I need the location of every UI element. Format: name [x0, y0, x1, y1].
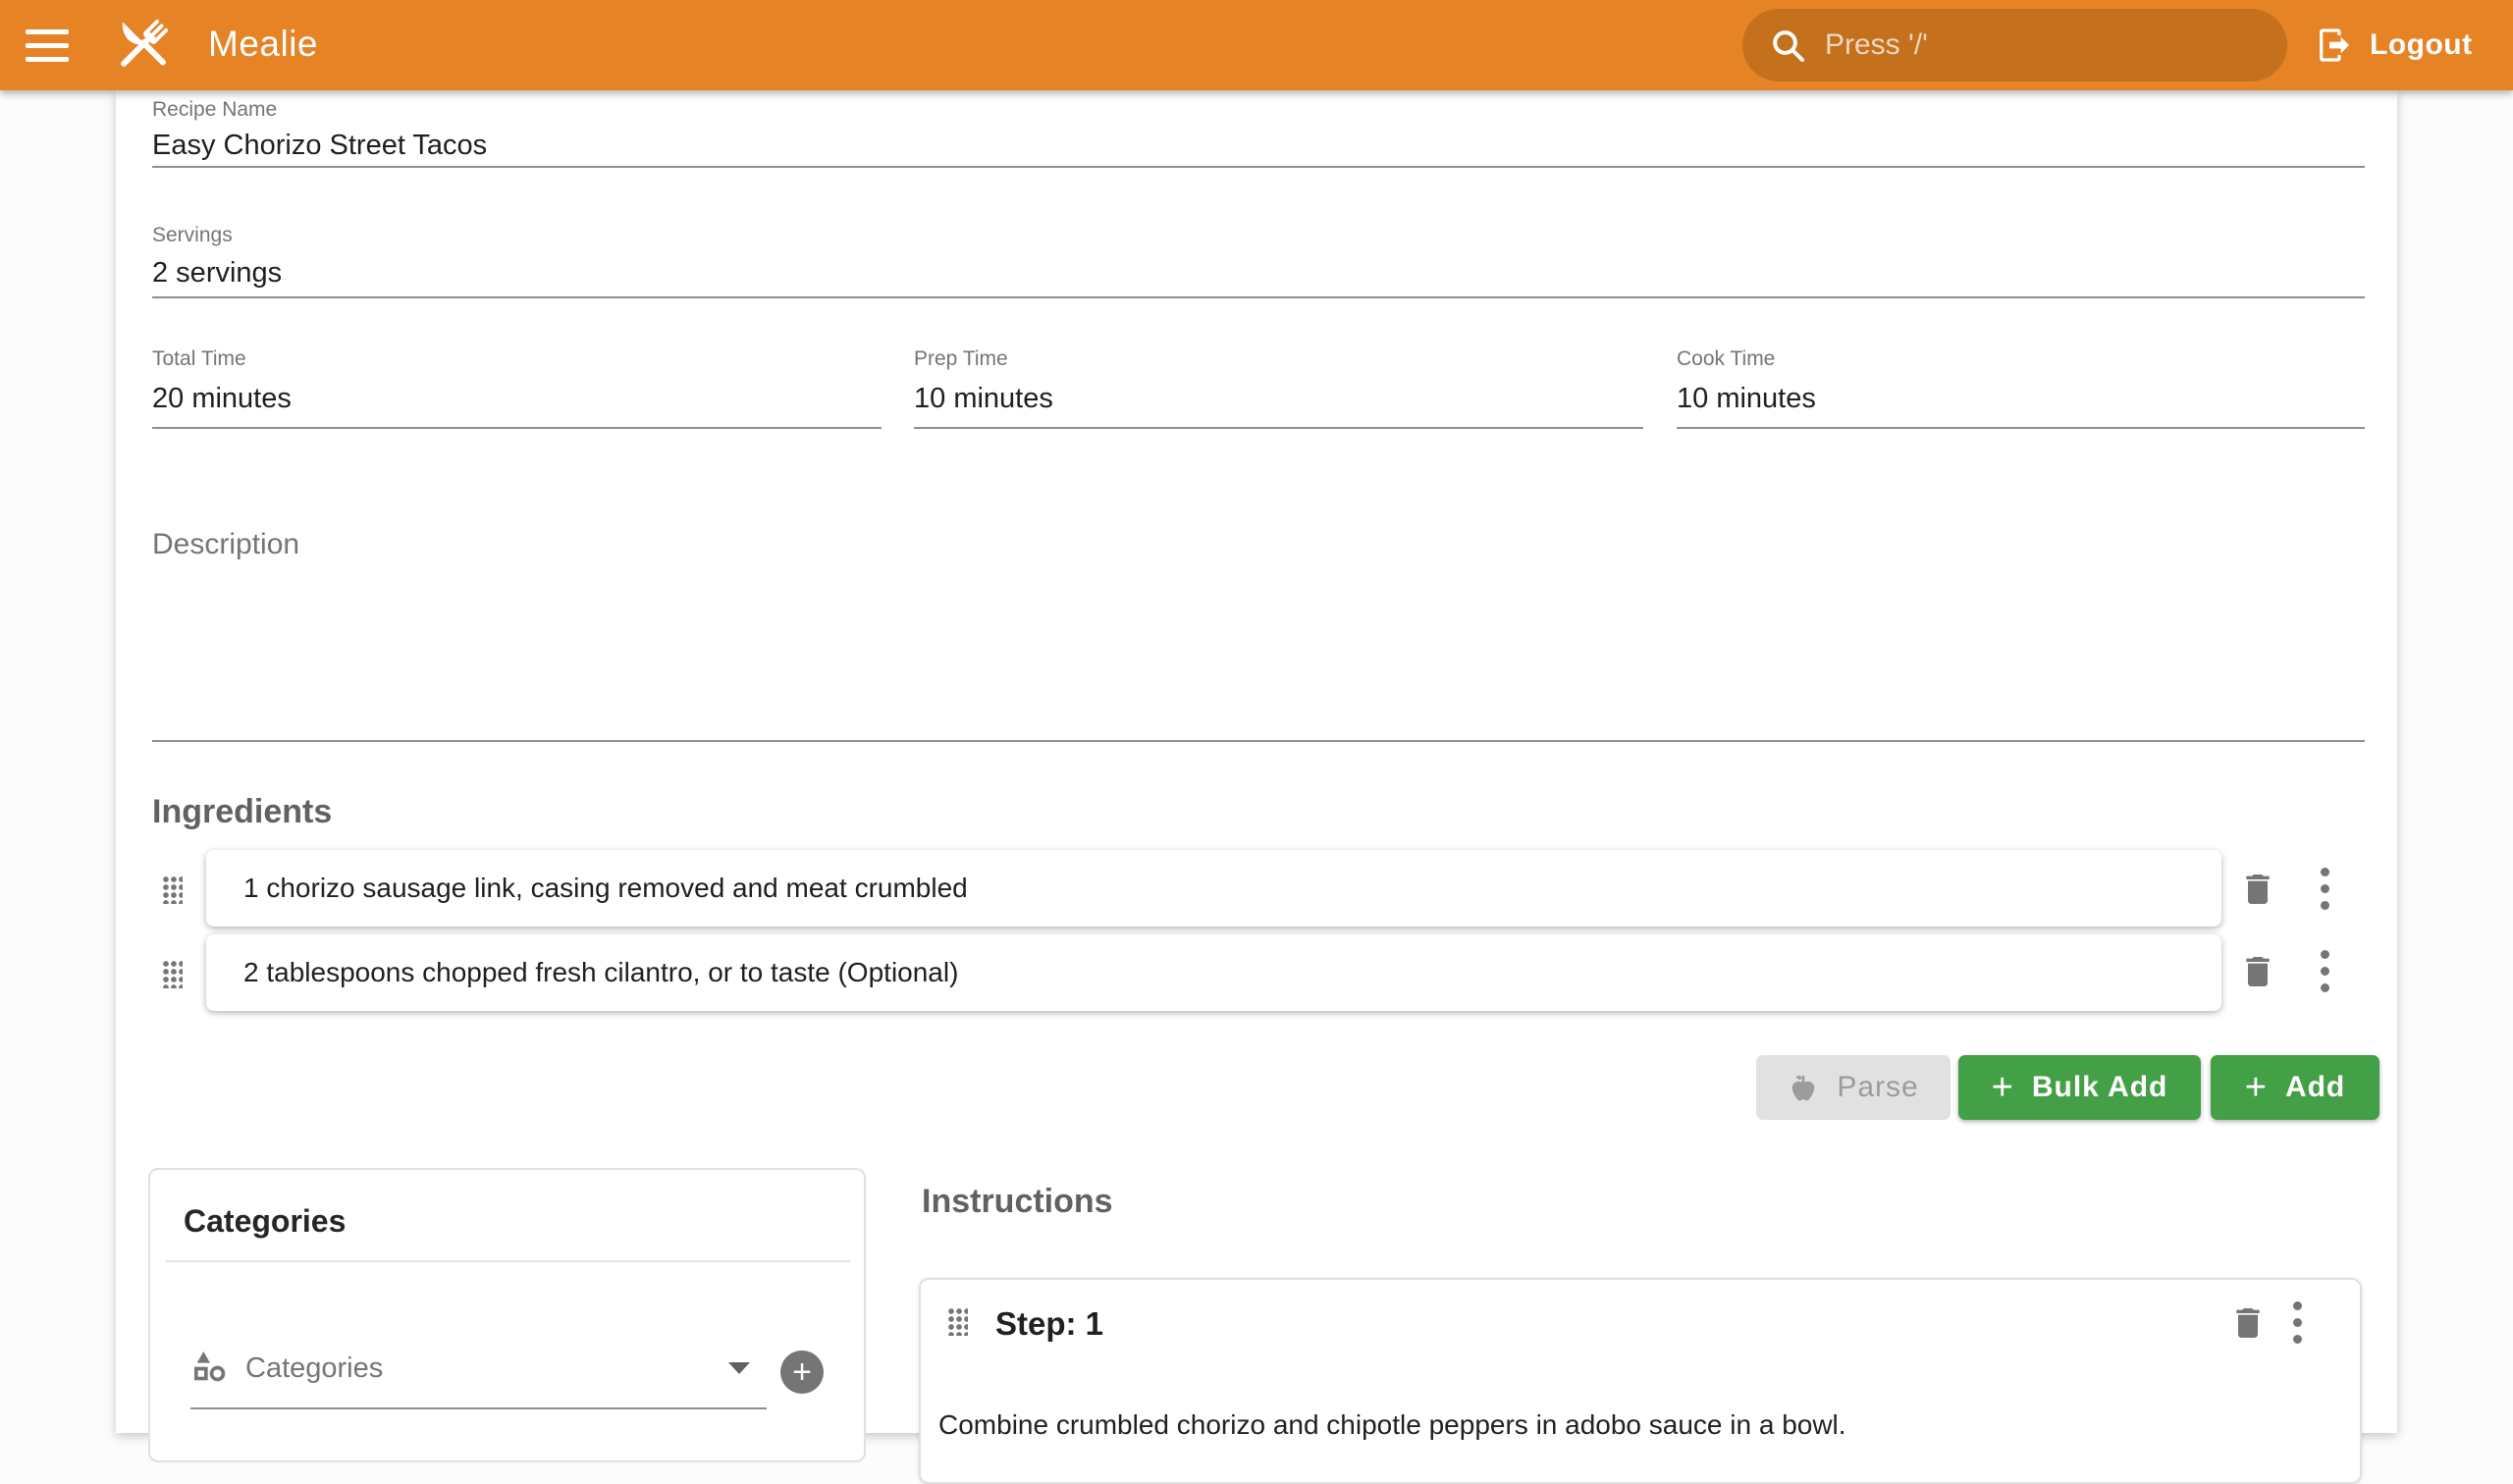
parse-label: Parse: [1837, 1071, 1918, 1104]
prep-time-label: Prep Time: [914, 347, 1008, 371]
prep-time-underline: [914, 427, 1643, 429]
recipe-name-label: Recipe Name: [152, 98, 277, 122]
ingredient-input[interactable]: 2 tablespoons chopped fresh cilantro, or…: [206, 934, 2221, 1011]
servings-label: Servings: [152, 224, 233, 247]
instructions-heading: Instructions: [922, 1183, 1113, 1221]
total-time-label: Total Time: [152, 347, 246, 371]
recipe-name-underline: [152, 166, 2365, 168]
ingredient-delete-button[interactable]: [2236, 868, 2279, 911]
logout-button[interactable]: Logout: [2315, 20, 2473, 71]
shapes-icon: [190, 1347, 230, 1386]
add-label: Add: [2285, 1071, 2345, 1104]
add-button[interactable]: + Add: [2211, 1055, 2379, 1120]
step-menu-button[interactable]: [2293, 1301, 2302, 1344]
plus-icon: +: [1992, 1069, 2014, 1106]
bulk-add-button[interactable]: + Bulk Add: [1958, 1055, 2201, 1120]
step-title: Step: 1: [995, 1305, 1103, 1343]
step-drag-handle[interactable]: [946, 1306, 968, 1336]
trash-icon: [2238, 952, 2277, 991]
categories-select[interactable]: Categories: [245, 1352, 383, 1385]
add-category-button[interactable]: +: [780, 1351, 824, 1394]
ingredient-menu-button[interactable]: [2321, 868, 2329, 910]
ingredient-drag-handle[interactable]: [161, 874, 183, 904]
app-title: Mealie: [208, 24, 318, 65]
chevron-down-icon[interactable]: [728, 1362, 750, 1374]
step-card: [919, 1278, 2362, 1484]
app-bar: Mealie Press '/' Logout: [0, 0, 2513, 90]
logout-icon: [2315, 26, 2354, 65]
logout-label: Logout: [2370, 28, 2473, 62]
apple-icon: [1788, 1072, 1819, 1103]
search-input[interactable]: Press '/': [1742, 9, 2287, 81]
ingredients-heading: Ingredients: [152, 793, 332, 831]
trash-icon: [2238, 870, 2277, 909]
ingredient-text: 2 tablespoons chopped fresh cilantro, or…: [243, 957, 958, 988]
cook-time-field[interactable]: 10 minutes: [1677, 383, 1816, 415]
ingredient-drag-handle[interactable]: [161, 959, 183, 988]
prep-time-field[interactable]: 10 minutes: [914, 383, 1053, 415]
description-field[interactable]: Description: [152, 528, 299, 561]
categories-divider: [166, 1260, 850, 1262]
categories-title: Categories: [184, 1203, 346, 1240]
ingredient-delete-button[interactable]: [2236, 950, 2279, 993]
description-underline: [152, 740, 2365, 742]
mealie-logo-icon[interactable]: [110, 13, 175, 78]
servings-underline: [152, 296, 2365, 298]
servings-field[interactable]: 2 servings: [152, 257, 282, 290]
parse-button[interactable]: Parse: [1756, 1055, 1951, 1120]
ingredient-text: 1 chorizo sausage link, casing removed a…: [243, 873, 968, 904]
recipe-name-field[interactable]: Easy Chorizo Street Tacos: [152, 130, 487, 162]
total-time-field[interactable]: 20 minutes: [152, 383, 292, 415]
cook-time-underline: [1677, 427, 2365, 429]
plus-icon: +: [2245, 1069, 2268, 1106]
trash-icon: [2228, 1303, 2268, 1343]
search-icon: [1768, 26, 1807, 65]
step-text-field[interactable]: Combine crumbled chorizo and chipotle pe…: [938, 1409, 2313, 1441]
ingredient-menu-button[interactable]: [2321, 950, 2329, 992]
total-time-underline: [152, 427, 882, 429]
cook-time-label: Cook Time: [1677, 347, 1775, 371]
step-delete-button[interactable]: [2226, 1301, 2270, 1345]
categories-select-underline: [190, 1407, 767, 1409]
ingredient-input[interactable]: 1 chorizo sausage link, casing removed a…: [206, 850, 2221, 927]
search-placeholder: Press '/': [1825, 28, 1928, 62]
menu-hamburger-icon[interactable]: [26, 22, 77, 69]
bulk-add-label: Bulk Add: [2032, 1071, 2168, 1104]
